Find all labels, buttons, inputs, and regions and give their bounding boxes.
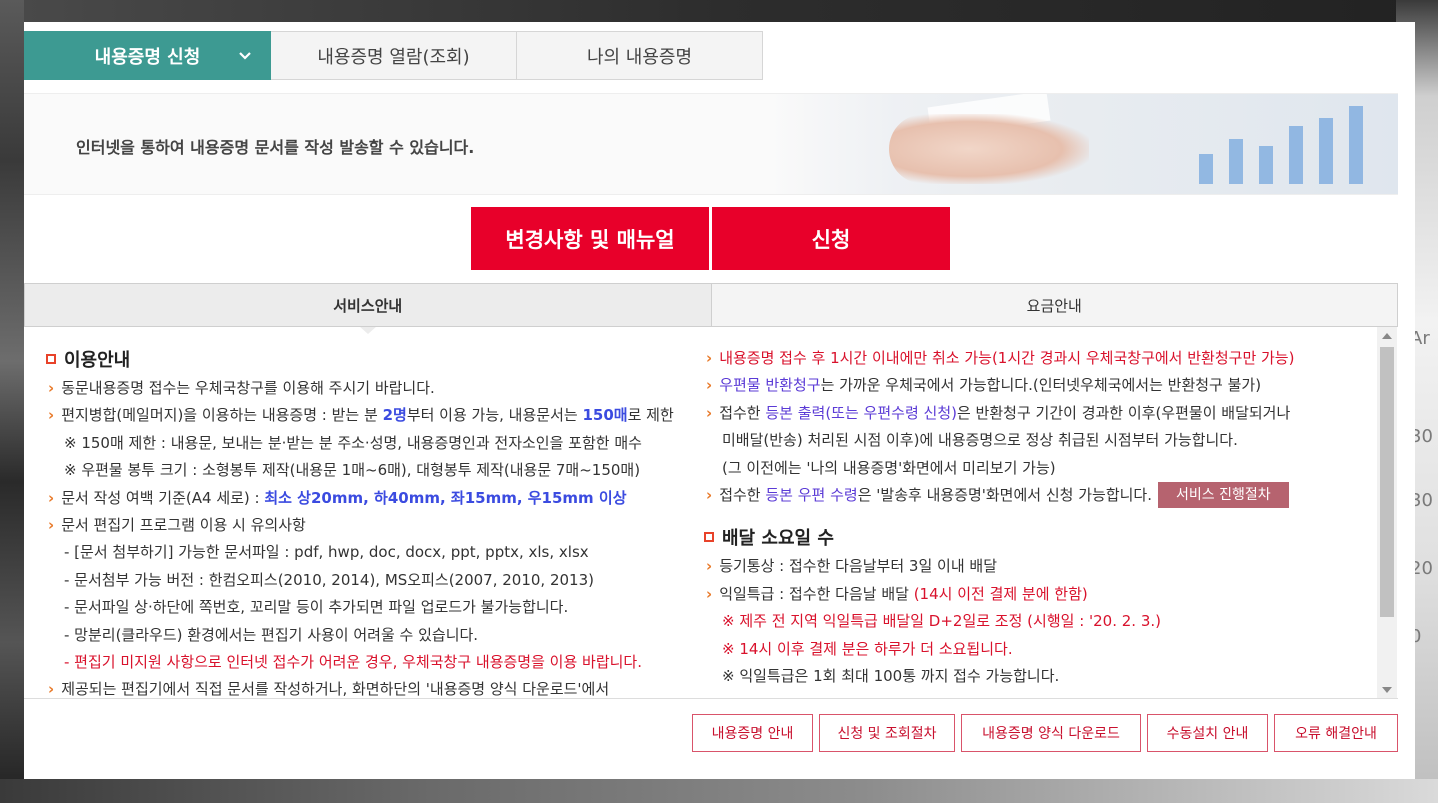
guide-text: 문서 작성 여백 기준(A4 세로) : [61,488,265,507]
procedure-button[interactable]: 신청 및 조회절차 [819,714,955,752]
guide-line: - 망분리(클라우드) 환경에서는 편집기 사용이 어려울 수 있습니다. [64,625,479,644]
manual-install-button[interactable]: 수동설치 안내 [1147,714,1268,752]
tab-my[interactable]: 나의 내용증명 [517,31,763,80]
tab-fee-info[interactable]: 요금안내 [711,284,1397,326]
apply-button[interactable]: 신청 [712,207,950,270]
tab-service-info[interactable]: 서비스안내 [25,284,712,334]
guide-text: 편지병합(메일머지)을 이용하는 내용증명 : 받는 분 [61,406,383,425]
panel-scrollbar[interactable] [1377,327,1397,698]
guide-line: ※ 150매 제한 : 내용문, 보내는 분·받는 분 주소·성명, 내용증명인… [64,433,642,452]
guide-text: 부터 이용 가능, 내용문서는 [406,406,583,425]
background-bottom [0,779,1438,803]
content-tab-bar: 서비스안내 요금안내 [24,283,1398,334]
guide-line: 문서 편집기 프로그램 이용 시 유의사항 [46,512,696,539]
usage-guide-column: 이용안내 동문내용증명 접수는 우체국창구를 이용해 주시기 바랍니다. 편지병… [46,345,696,698]
tab-view[interactable]: 내용증명 열람(조회) [271,31,517,80]
guide-line: 미배달(반송) 처리된 시점 이후)에 내용증명으로 정상 취급된 시점부터 가… [722,431,1238,450]
guide-line: 등기통상 : 접수한 다음날부터 3일 이내 배달 [704,553,1374,580]
guide-link: 등본 우편 수령 [765,485,858,504]
service-info-panel[interactable]: 이용안내 동문내용증명 접수는 우체국창구를 이용해 주시기 바랍니다. 편지병… [24,326,1398,699]
tab-apply[interactable]: 내용증명 신청 [24,31,271,80]
guide-highlight: (14시 이전 결제 분에 한함) [913,584,1088,603]
guide-line: 문서 작성 여백 기준(A4 세로) : 최소 상20mm, 하40mm, 좌1… [46,485,696,512]
guide-text: 접수한 [719,403,766,422]
guide-link: 등본 출력(또는 우편수령 신청) [765,403,957,422]
usage-guide-title-text: 이용안내 [64,350,131,371]
banner-hand [889,114,1089,184]
guide-line: - [문서 첨부하기] 가능한 문서파일 : pdf, hwp, doc, do… [64,543,589,562]
square-bullet-icon [46,354,56,364]
guide-line: 접수한 등본 우편 수령은 '발송후 내용증명'화면에서 신청 가능합니다. 서비… [704,482,1374,509]
guide-button[interactable]: 내용증명 안내 [692,714,813,752]
tab-my-label: 나의 내용증명 [586,46,693,68]
background-left [0,0,24,803]
banner-image [769,94,1398,194]
guide-text: 로 제한 [627,406,674,425]
guide-line: (그 이전에는 '나의 내용증명'화면에서 미리보기 가능) [722,458,1056,477]
error-help-button[interactable]: 오류 해결안내 [1274,714,1398,752]
guide-line: 동문내용증명 접수는 우체국창구를 이용해 주시기 바랍니다. [46,375,696,402]
template-download-button[interactable]: 내용증명 양식 다운로드 [961,714,1141,752]
background-top [0,0,1438,22]
banner-bar [1199,154,1213,184]
cancel-delivery-column: 내용증명 접수 후 1시간 이내에만 취소 가능(1시간 경과시 우체국창구에서… [704,345,1374,690]
service-modal: 내용증명 신청 내용증명 열람(조회) 나의 내용증명 인터넷을 통하여 내용증… [24,22,1415,779]
guide-line: ※ 14시 이후 결제 분은 하루가 더 소요됩니다. [722,639,1013,658]
guide-line: 편지병합(메일머지)을 이용하는 내용증명 : 받는 분 2명부터 이용 가능,… [46,402,696,429]
guide-line: 접수한 등본 출력(또는 우편수령 신청)은 반환청구 기간이 경과한 이후(우… [704,400,1374,427]
guide-line: - 편집기 미지원 사항으로 인터넷 접수가 어려운 경우, 우체국창구 내용증… [64,652,643,671]
guide-line: ※ 익일특급은 1회 최대 100통 까지 접수 가능합니다. [722,666,1060,685]
banner-chart [1189,104,1389,184]
delivery-days-title: 배달 소요일 수 [704,523,1374,551]
guide-line: - 문서파일 상·하단에 쪽번호, 꼬리말 등이 추가되면 파일 업로드가 불가… [64,598,569,617]
tab-fee-info-label: 요금안내 [1026,296,1082,315]
intro-banner: 인터넷을 통하여 내용증명 문서를 작성 발송할 수 있습니다. [24,93,1398,195]
top-tab-bar: 내용증명 신청 내용증명 열람(조회) 나의 내용증명 [24,31,763,80]
tab-service-info-label: 서비스안내 [333,296,403,315]
tab-view-label: 내용증명 열람(조회) [317,46,470,68]
guide-line: 내용증명 접수 후 1시간 이내에만 취소 가능(1시간 경과시 우체국창구에서… [704,345,1374,372]
delivery-days-title-text: 배달 소요일 수 [722,528,834,550]
tab-apply-label: 내용증명 신청 [94,46,201,68]
scroll-up-icon[interactable] [1382,333,1392,339]
banner-bar [1349,106,1363,184]
chevron-down-icon [239,52,251,60]
guide-text: 는 가까운 우체국에서 가능합니다.(인터넷우체국에서는 반환청구 불가) [820,376,1262,395]
guide-line: 우편물 반환청구는 가까운 우체국에서 가능합니다.(인터넷우체국에서는 반환청… [704,372,1374,399]
guide-line: ※ 우편물 봉투 크기 : 소형봉투 제작(내용문 1매~6매), 대형봉투 제… [64,461,641,480]
manual-button[interactable]: 변경사항 및 매뉴얼 [471,207,709,270]
usage-guide-title: 이용안내 [46,345,696,373]
guide-text: 은 반환청구 기간이 경과한 이후(우편물이 배달되거나 [956,403,1291,422]
guide-line: 제공되는 편집기에서 직접 문서를 작성하거나, 화면하단의 '내용증명 양식 … [46,676,696,698]
guide-line: - 문서첨부 가능 버전 : 한컴오피스(2010, 2014), MS오피스(… [64,570,594,589]
guide-line: 익일특급 : 접수한 다음날 배달 (14시 이전 결제 분에 한함) [704,581,1374,608]
banner-bar [1259,146,1273,184]
guide-highlight: 최소 상20mm, 하40mm, 좌15mm, 우15mm 이상 [264,488,627,507]
banner-bar [1319,118,1333,184]
bottom-button-bar: 내용증명 안내 신청 및 조회절차 내용증명 양식 다운로드 수동설치 안내 오… [692,714,1398,752]
guide-text: 접수한 [719,485,766,504]
guide-text: 은 '발송후 내용증명'화면에서 신청 가능합니다. [857,485,1152,504]
square-bullet-icon [704,532,714,543]
scroll-thumb[interactable] [1380,347,1394,617]
guide-highlight: 150매 [582,406,628,425]
guide-text: 익일특급 : 접수한 다음날 배달 [719,584,914,603]
banner-text: 인터넷을 통하여 내용증명 문서를 작성 발송할 수 있습니다. [76,138,475,157]
guide-link: 우편물 반환청구 [719,376,821,395]
banner-bar [1229,139,1243,184]
scroll-down-icon[interactable] [1382,687,1392,693]
banner-bar [1289,126,1303,184]
guide-highlight: 2명 [382,406,407,425]
guide-line: ※ 제주 전 지역 익일특급 배달일 D+2일로 조정 (시행일 : '20. … [722,612,1162,631]
service-process-button[interactable]: 서비스 진행절차 [1158,482,1289,509]
